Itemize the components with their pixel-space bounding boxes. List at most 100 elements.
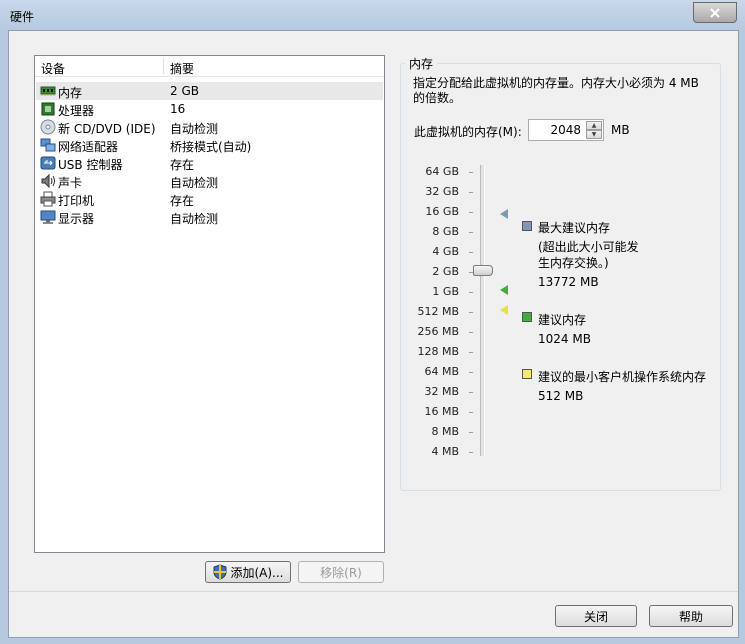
scale-tick-mark <box>469 292 473 293</box>
scale-tick-mark <box>469 172 473 173</box>
column-header-summary[interactable]: 摘要 <box>170 60 194 77</box>
scale-label: 128 MB <box>417 345 459 358</box>
memory-field-label: 此虚拟机的内存(M): <box>414 125 522 139</box>
column-divider[interactable] <box>163 58 164 74</box>
scale-label: 16 GB <box>425 205 459 218</box>
device-row-sound-card[interactable]: 声卡 自动检测 <box>36 172 383 190</box>
device-row-network-adapter[interactable]: 网络适配器 桥接模式(自动) <box>36 136 383 154</box>
memory-unit: MB <box>611 123 630 137</box>
scale-tick-mark <box>469 412 473 413</box>
device-name: 内存 <box>58 86 83 100</box>
device-row-usb-controller[interactable]: USB 控制器 存在 <box>36 154 383 172</box>
scale-tick-mark <box>469 232 473 233</box>
device-name: 网络适配器 <box>58 140 119 154</box>
minimum-marker <box>500 305 508 315</box>
scale-tick-mark <box>469 372 473 373</box>
cd-dvd-icon <box>40 119 56 135</box>
cpu-icon <box>41 102 55 116</box>
close-button-label: 关闭 <box>583 609 608 624</box>
spin-buttons: ▲ ▼ <box>586 121 602 139</box>
scale-tick-mark <box>469 252 473 253</box>
device-name: 声卡 <box>58 176 83 190</box>
memory-spinbox[interactable]: 2048 ▲ ▼ <box>528 119 604 141</box>
scale-label: 512 MB <box>417 305 459 318</box>
scale-label: 8 GB <box>432 225 459 238</box>
memory-value[interactable]: 2048 <box>550 123 581 137</box>
scale-tick-mark <box>469 432 473 433</box>
scale-tick-mark <box>469 212 473 213</box>
scale-tick-mark <box>469 192 473 193</box>
scale-label: 4 MB <box>431 445 459 458</box>
close-window-button[interactable] <box>693 2 737 23</box>
remove-device-label: 移除(R) <box>320 565 362 580</box>
scale-label: 64 MB <box>424 365 459 378</box>
memory-description: 指定分配给此虚拟机的内存量。内存大小必须为 4 MB 的倍数。 <box>413 76 699 105</box>
max-recommended-note: (超出此大小可能发生内存交换。) <box>538 240 639 270</box>
scale-tick-mark <box>469 392 473 393</box>
usb-icon <box>40 156 56 170</box>
help-button[interactable]: 帮助 <box>649 605 733 627</box>
device-row-memory[interactable]: 内存 2 GB <box>36 82 383 100</box>
device-summary: 存在 <box>170 158 195 172</box>
device-summary: 16 <box>170 102 186 116</box>
list-header: 设备 摘要 <box>35 56 384 77</box>
scale-label: 1 GB <box>432 285 459 298</box>
footer-divider <box>9 591 738 592</box>
max-recommended-value: 13772 MB <box>538 275 599 289</box>
max-recommended-title: 最大建议内存 <box>538 221 611 235</box>
device-summary: 2 GB <box>170 84 199 98</box>
scale-tick-mark <box>469 452 473 453</box>
minimum-swatch <box>522 369 532 379</box>
scale-label: 256 MB <box>417 325 459 338</box>
device-name: 显示器 <box>58 212 95 226</box>
title-bar[interactable]: 硬件 <box>0 0 745 30</box>
device-summary: 自动检测 <box>170 122 219 136</box>
device-row-display[interactable]: 显示器 自动检测 <box>36 208 383 226</box>
scale-label: 2 GB <box>432 265 459 278</box>
max-recommended-swatch <box>522 221 532 231</box>
max-recommended-marker <box>500 209 508 219</box>
device-list[interactable]: 设备 摘要 内存 2 GB 处理器 16 新 CD/DVD (IDE) 自动检测… <box>34 55 385 553</box>
minimum-title: 建议的最小客户机操作系统内存 <box>538 370 707 384</box>
device-summary: 自动检测 <box>170 212 219 226</box>
minimum-value: 512 MB <box>538 389 584 403</box>
network-adapter-icon <box>40 138 56 152</box>
help-button-label: 帮助 <box>678 609 703 624</box>
device-name: 新 CD/DVD (IDE) <box>58 122 156 136</box>
column-header-device[interactable]: 设备 <box>41 60 65 77</box>
recommended-title: 建议内存 <box>538 313 587 327</box>
memory-slider-thumb[interactable] <box>473 265 493 276</box>
close-icon <box>710 7 720 18</box>
scale-tick-mark <box>469 312 473 313</box>
scale-label: 8 MB <box>431 425 459 438</box>
device-name: USB 控制器 <box>58 158 123 172</box>
memory-group-title: 内存 <box>405 55 438 72</box>
shield-icon <box>213 564 227 580</box>
scale-tick-mark <box>469 352 473 353</box>
device-summary: 桥接模式(自动) <box>170 140 252 154</box>
device-row-processor[interactable]: 处理器 16 <box>36 100 383 118</box>
device-summary: 存在 <box>170 194 195 208</box>
scale-label: 64 GB <box>425 165 459 178</box>
spin-up-button[interactable]: ▲ <box>586 121 602 130</box>
device-row-cd-dvd[interactable]: 新 CD/DVD (IDE) 自动检测 <box>36 118 383 136</box>
add-device-button[interactable]: 添加(A)... <box>205 561 291 583</box>
memory-slider-track[interactable] <box>480 165 485 456</box>
window-title: 硬件 <box>10 10 35 24</box>
scale-label: 32 MB <box>424 385 459 398</box>
spin-down-button[interactable]: ▼ <box>586 130 602 139</box>
device-row-printer[interactable]: 打印机 存在 <box>36 190 383 208</box>
device-name: 打印机 <box>58 194 95 208</box>
close-button[interactable]: 关闭 <box>555 605 637 627</box>
remove-device-button[interactable]: 移除(R) <box>298 561 384 583</box>
scale-tick-mark <box>469 332 473 333</box>
recommended-value: 1024 MB <box>538 332 591 346</box>
device-summary: 自动检测 <box>170 176 219 190</box>
sound-card-icon <box>41 173 55 189</box>
memory-icon <box>40 86 56 96</box>
device-name: 处理器 <box>58 104 95 118</box>
recommended-swatch <box>522 312 532 322</box>
scale-label: 16 MB <box>424 405 459 418</box>
dialog-body: 设备 摘要 内存 2 GB 处理器 16 新 CD/DVD (IDE) 自动检测… <box>8 30 739 638</box>
display-icon <box>40 210 56 224</box>
